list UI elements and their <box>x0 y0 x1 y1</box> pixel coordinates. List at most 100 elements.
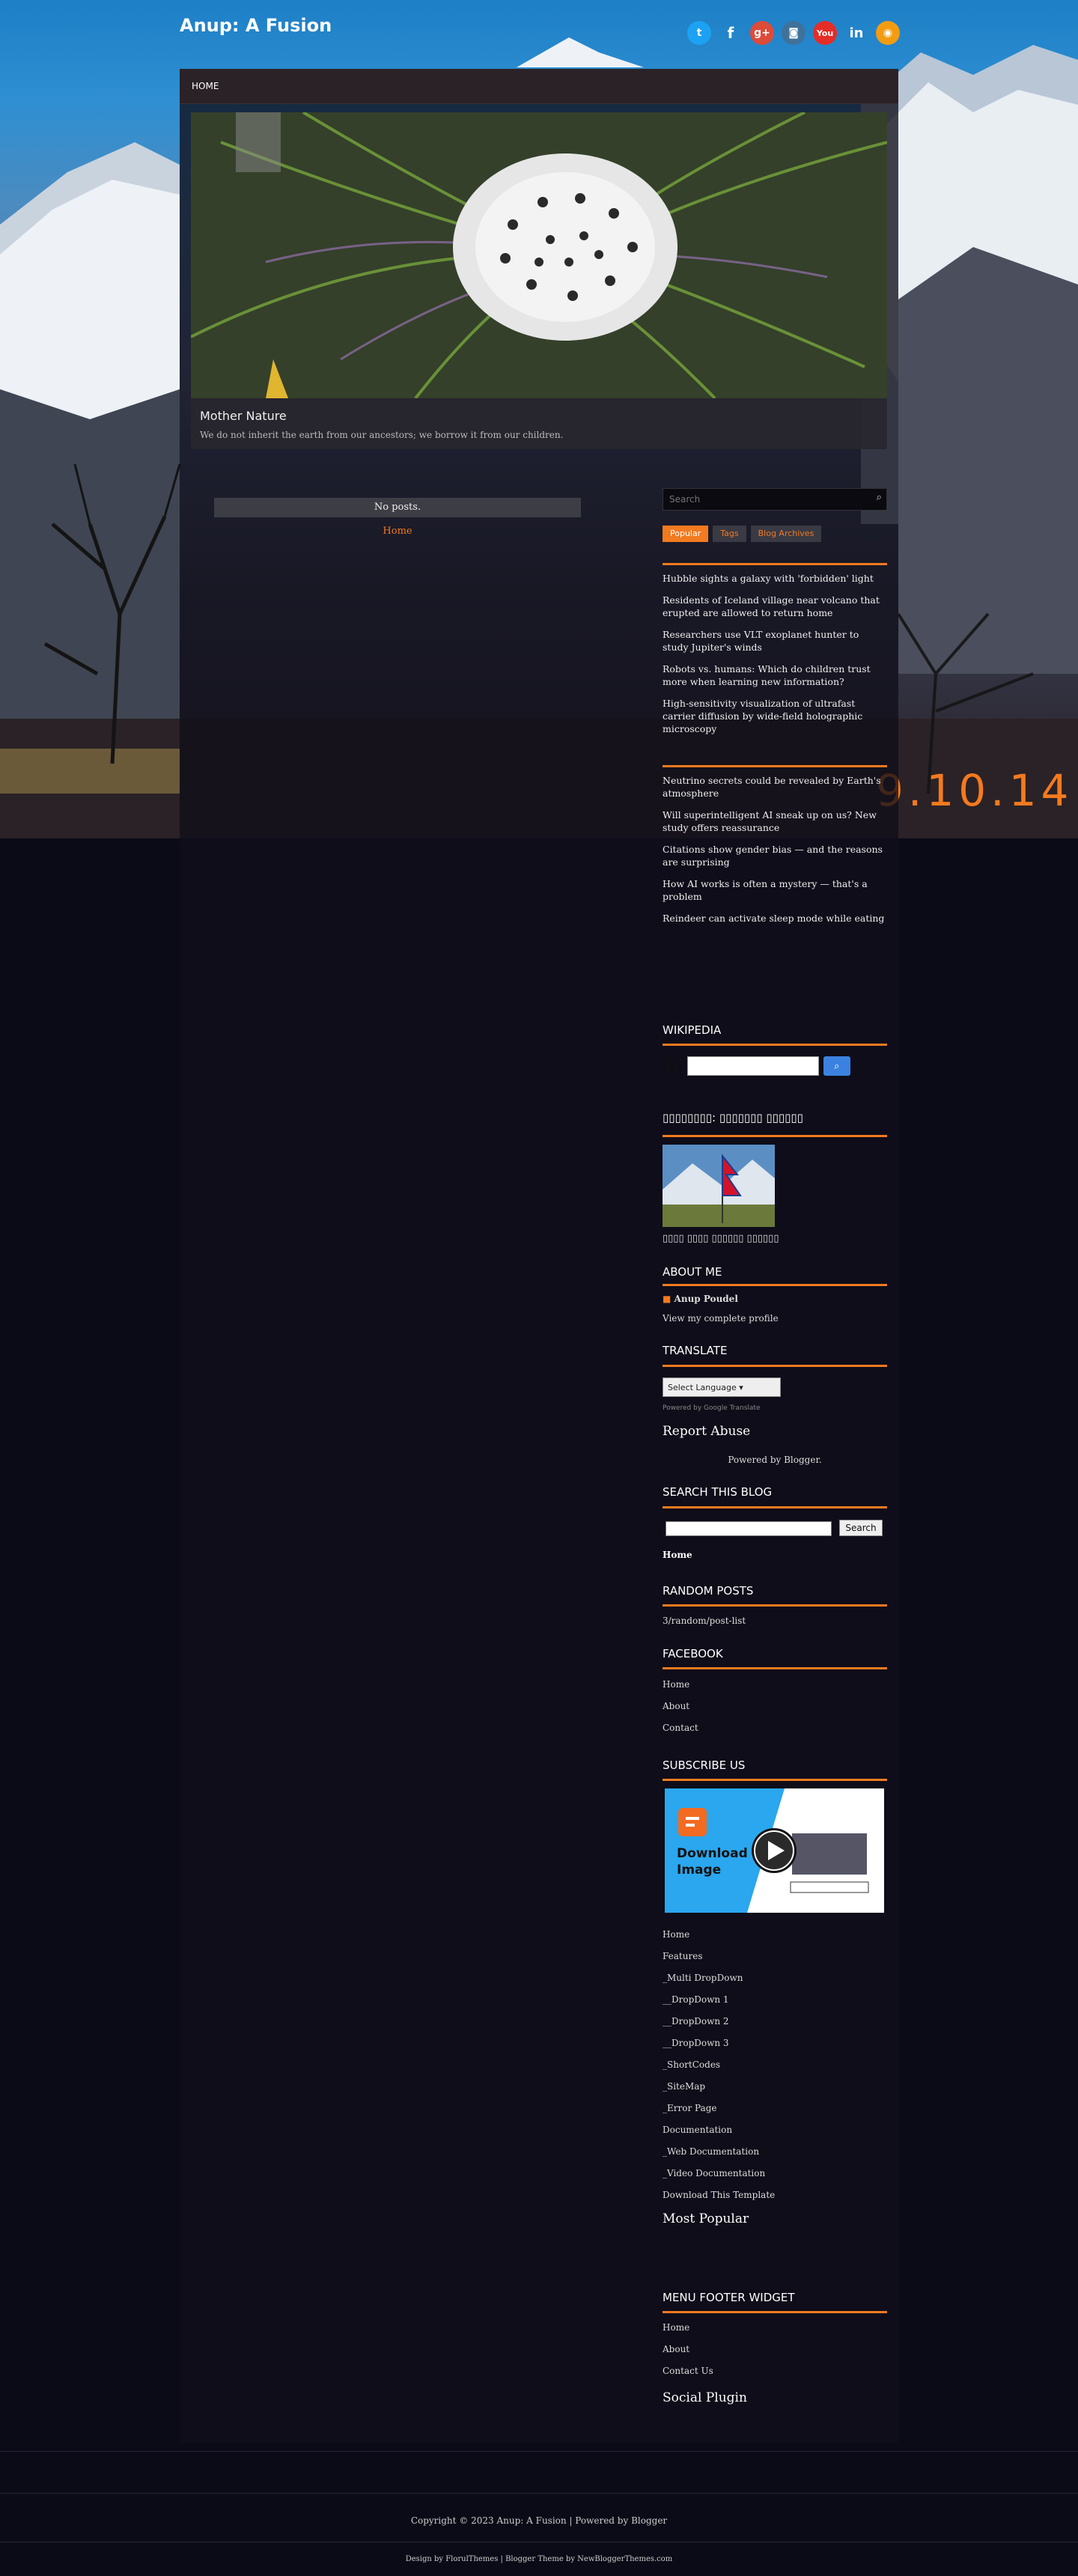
menu-links: Home Features _Multi DropDown __DropDown… <box>663 1929 887 2211</box>
home-link[interactable]: Home <box>214 526 581 537</box>
featured-slider[interactable]: Mother Nature We do not inherit the eart… <box>191 112 887 449</box>
menu-footer-link-about[interactable]: About <box>663 2344 887 2366</box>
translate-select[interactable]: Select Language ▾ <box>663 1377 781 1397</box>
site-title[interactable]: Anup: A Fusion <box>180 15 332 36</box>
footer-design-credit: Design by FlorulThemes | Blogger Theme b… <box>405 2555 673 2563</box>
slider-title[interactable]: Mother Nature <box>200 409 287 423</box>
translate-select-value: Select Language <box>668 1383 737 1392</box>
search-blog-title: SEARCH THIS BLOG <box>663 1485 773 1499</box>
menu-link[interactable]: Features <box>663 1951 887 1973</box>
menu-link[interactable]: _Web Documentation <box>663 2146 887 2168</box>
footer-copyright: Copyright © 2023 Anup: A Fusion | Powere… <box>410 2515 668 2526</box>
divider <box>663 1779 887 1781</box>
translate-title: TRANSLATE <box>663 1344 728 1357</box>
feed-item[interactable]: High-sensitivity visualization of ultraf… <box>663 697 887 735</box>
facebook-link-about[interactable]: About <box>663 1701 887 1723</box>
menu-link[interactable]: Documentation <box>663 2125 887 2146</box>
divider <box>663 1506 887 1508</box>
footer-divider <box>0 2493 1078 2494</box>
feed-item[interactable]: Hubble sights a galaxy with 'forbidden' … <box>663 572 887 585</box>
sidebar-search-input[interactable] <box>663 489 850 510</box>
wikipedia-search-button[interactable]: ⌕ <box>823 1056 850 1076</box>
about-title: ABOUT ME <box>663 1265 722 1279</box>
google-plus-icon[interactable]: g+ <box>750 21 774 45</box>
nepal-flag-image[interactable] <box>663 1145 775 1227</box>
powered-by-blogger[interactable]: Powered by Blogger. <box>663 1455 887 1465</box>
tab-popular[interactable]: Popular <box>663 526 709 542</box>
menu-footer-title: MENU FOOTER WIDGET <box>663 2291 795 2304</box>
report-abuse-link[interactable]: Report Abuse <box>663 1424 750 1439</box>
menu-link[interactable]: Home <box>663 1929 887 1951</box>
search-blog-button[interactable]: Search <box>839 1520 883 1536</box>
youtube-icon[interactable]: You <box>813 21 837 45</box>
wikipedia-title: WIKIPEDIA <box>663 1023 722 1037</box>
menu-link[interactable]: __DropDown 3 <box>663 2038 887 2059</box>
linkedin-icon[interactable]: in <box>844 21 868 45</box>
most-popular-title: Most Popular <box>663 2211 749 2226</box>
divider <box>663 1365 887 1367</box>
divider <box>663 563 887 565</box>
divider <box>663 1135 887 1137</box>
menu-link[interactable]: _Error Page <box>663 2103 887 2125</box>
slider-text: We do not inherit the earth from our anc… <box>200 430 564 440</box>
sidebar-search: ⌕ <box>663 488 887 511</box>
rss-icon[interactable]: ◉ <box>876 21 900 45</box>
divider <box>663 1044 887 1046</box>
nepal-caption[interactable]: ▯▯▯▯ ▯▯▯▯ ▯▯▯▯▯▯ ▯▯▯▯▯▯ <box>663 1233 779 1244</box>
feed-item[interactable]: Citations show gender bias — and the rea… <box>663 843 887 868</box>
tab-blog-archives[interactable]: Blog Archives <box>750 526 822 542</box>
menu-link[interactable]: _Video Documentation <box>663 2168 887 2190</box>
feed-item[interactable]: How AI works is often a mystery — that's… <box>663 877 887 903</box>
nepal-widget-title: ▯▯▯▯▯▯▯▯: ▯▯▯▯▯▯▯ ▯▯▯▯▯▯ <box>663 1111 803 1124</box>
divider <box>663 1604 887 1607</box>
facebook-icon[interactable]: f <box>719 21 743 45</box>
sidebar-tabs: Popular Tags Blog Archives <box>663 526 822 542</box>
nav-home[interactable]: HOME <box>192 69 219 103</box>
subscribe-video-thumbnail[interactable]: Download Image <box>665 1788 884 1913</box>
footer-divider <box>0 2451 1078 2452</box>
menu-link[interactable]: _SiteMap <box>663 2081 887 2103</box>
subscribe-title: SUBSCRIBE US <box>663 1759 746 1772</box>
slider-image[interactable] <box>191 112 887 398</box>
wikipedia-search-input[interactable] <box>686 1056 819 1076</box>
divider <box>663 765 887 767</box>
about-name-text[interactable]: Anup Poudel <box>674 1294 738 1304</box>
menu-footer-link-contact[interactable]: Contact Us <box>663 2366 887 2387</box>
about-name[interactable]: ■ Anup Poudel <box>663 1294 738 1304</box>
divider <box>663 1667 887 1669</box>
divider <box>663 2311 887 2313</box>
feed-list-1: Hubble sights a galaxy with 'forbidden' … <box>663 572 887 744</box>
facebook-link-contact[interactable]: Contact <box>663 1723 887 1744</box>
feed-item[interactable]: Researchers use VLT exoplanet hunter to … <box>663 628 887 654</box>
menu-footer-link-home[interactable]: Home <box>663 2322 887 2344</box>
search-icon[interactable]: ⌕ <box>877 492 882 503</box>
about-profile-link[interactable]: View my complete profile <box>663 1313 779 1324</box>
feed-item[interactable]: Will superintelligent AI sneak up on us?… <box>663 809 887 834</box>
menu-link[interactable]: __DropDown 2 <box>663 2016 887 2038</box>
menu-link[interactable]: _ShortCodes <box>663 2059 887 2081</box>
random-posts-text: 3/random/post-list <box>663 1616 746 1626</box>
random-posts-title: RANDOM POSTS <box>663 1584 754 1598</box>
instagram-icon[interactable]: ◙ <box>782 21 806 45</box>
feed-item[interactable]: Residents of Iceland village near volcan… <box>663 594 887 619</box>
svg-text:Download: Download <box>677 1846 748 1861</box>
translate-powered: Powered by Google Translate <box>663 1404 761 1412</box>
feed-item[interactable]: Neutrino secrets could be revealed by Ea… <box>663 774 887 800</box>
facebook-link-home[interactable]: Home <box>663 1679 887 1701</box>
nav-bar: HOME <box>180 69 898 104</box>
divider <box>663 1284 887 1286</box>
wikipedia-logo-icon: W <box>663 1055 683 1077</box>
menu-link[interactable]: __DropDown 1 <box>663 1994 887 2016</box>
search-home-link[interactable]: Home <box>663 1550 692 1560</box>
menu-link[interactable]: Download This Template <box>663 2190 887 2211</box>
search-blog-input[interactable] <box>666 1521 832 1536</box>
no-posts-message: No posts. <box>214 498 581 517</box>
facebook-title: FACEBOOK <box>663 1647 723 1660</box>
feed-item[interactable]: Robots vs. humans: Which do children tru… <box>663 663 887 688</box>
feed-item[interactable]: Reindeer can activate sleep mode while e… <box>663 912 887 925</box>
tab-tags[interactable]: Tags <box>713 526 746 542</box>
menu-link[interactable]: _Multi DropDown <box>663 1973 887 1994</box>
twitter-icon[interactable]: t <box>687 21 711 45</box>
feed-list-2: Neutrino secrets could be revealed by Ea… <box>663 774 887 934</box>
social-plugin-title: Social Plugin <box>663 2390 747 2405</box>
